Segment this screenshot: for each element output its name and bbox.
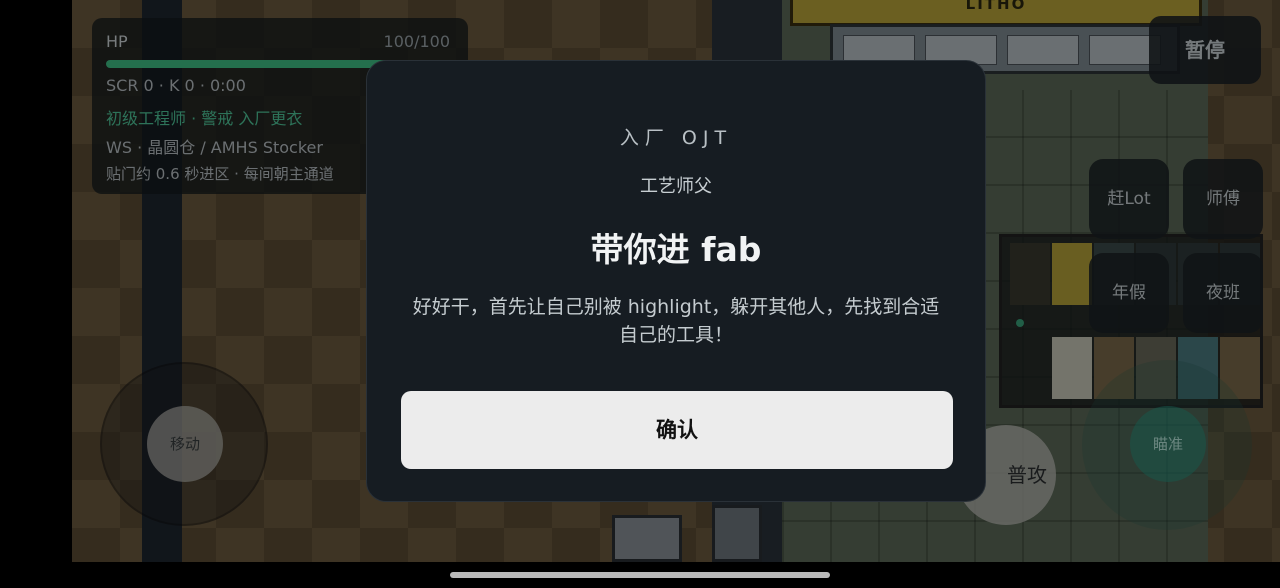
dialog-eyebrow: 入厂 OJT: [619, 127, 733, 149]
confirm-button[interactable]: 确认: [401, 391, 953, 469]
ojt-dialog: 入厂 OJT 工艺师父 带你进 fab 好好干，首先让自己别被 highligh…: [366, 60, 986, 502]
dialog-body: 好好干，首先让自己别被 highlight，躲开其他人，先找到合适自己的工具！: [412, 296, 940, 346]
home-indicator[interactable]: [450, 572, 830, 578]
dialog-speaker: 工艺师父: [640, 176, 712, 197]
dialog-title: 带你进 fab: [590, 230, 762, 269]
